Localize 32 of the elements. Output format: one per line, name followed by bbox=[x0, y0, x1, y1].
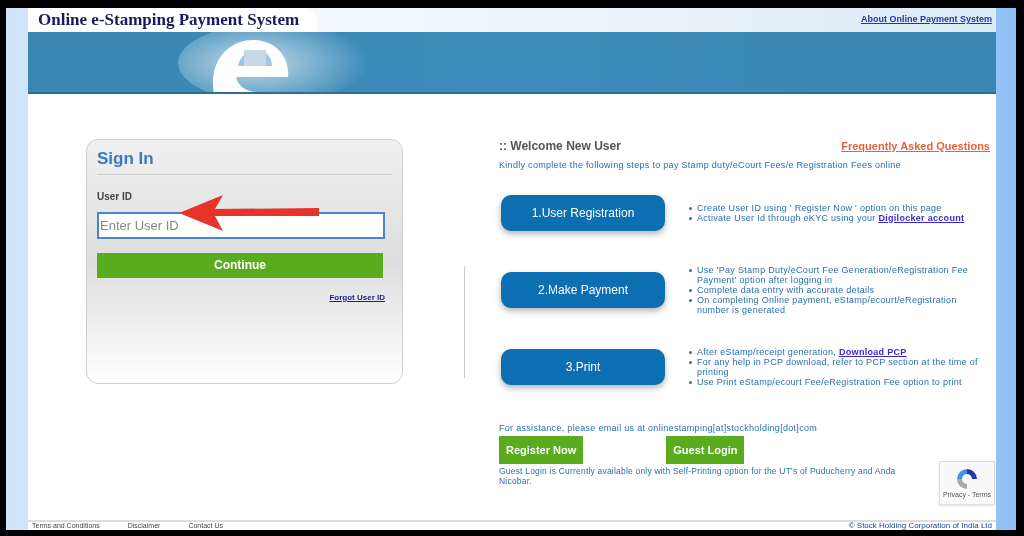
recaptcha-icon bbox=[955, 467, 979, 491]
step-instruction: After eStamp/receipt generation, Download PCP bbox=[697, 346, 907, 357]
step-button[interactable]: 2.Make Payment bbox=[501, 271, 665, 308]
user-id-label: User ID bbox=[97, 189, 133, 204]
welcome-subtitle: Kindly complete the following steps to pay Stamp duty/eCourt Fees/e Registration Fees online bbox=[499, 159, 902, 172]
step-instruction: Activate User Id through eKYC using your Digilocker account bbox=[697, 212, 965, 223]
step-instruction: For any help in PCP download, refer to PCP section at the time of printing bbox=[697, 356, 979, 377]
about-link[interactable]: About Online Payment System bbox=[860, 13, 996, 27]
assistance-text: For assistance, please email us at onlinestamping[at]stockholding[dot]com bbox=[499, 421, 819, 435]
step-instruction: On completing Online payment, eStamp/ecourt/eRegistration number is generated bbox=[697, 294, 958, 315]
notice-text: Nicobar. bbox=[499, 476, 533, 486]
forgot-user-id-link[interactable]: Forgot User ID bbox=[329, 291, 385, 304]
step-instruction: Use Print eStamp/ecourt Fee/eRegistration Fee option to print bbox=[697, 376, 962, 387]
bullet-icon bbox=[689, 268, 692, 272]
welcome-heading: :: Welcome New User bbox=[499, 138, 621, 155]
step-instruction: Use 'Pay Stamp Duty/eCourt Fee Generation/eRegistration Fee Payment' option after logging in bbox=[697, 264, 970, 285]
sign-in-heading: Sign In bbox=[97, 146, 392, 175]
notice-text: Guest Login is Currently available only with Self-Printing option for the UT's of Puducherry and Anda bbox=[499, 466, 897, 476]
bullet-icon bbox=[689, 360, 692, 364]
bullet-icon bbox=[689, 298, 692, 302]
step-button[interactable]: 3.Print bbox=[501, 348, 665, 385]
step-button[interactable]: 1.User Registration bbox=[501, 194, 665, 231]
bullet-icon bbox=[689, 206, 692, 210]
copyright-text: © Stock Holding Corporation of India Ltd bbox=[848, 522, 992, 530]
bullet-icon bbox=[689, 350, 692, 354]
instruction-link[interactable]: Download PCP bbox=[839, 346, 907, 357]
step-instruction: Create User ID using ' Register Now ' option on this page bbox=[697, 202, 942, 213]
bullet-icon bbox=[689, 216, 692, 220]
bullet-icon bbox=[689, 288, 692, 292]
bullet-icon bbox=[689, 380, 692, 384]
instruction-link[interactable]: Digilocker account bbox=[878, 212, 965, 223]
step-instruction: Complete data entry with accurate details bbox=[697, 284, 875, 295]
